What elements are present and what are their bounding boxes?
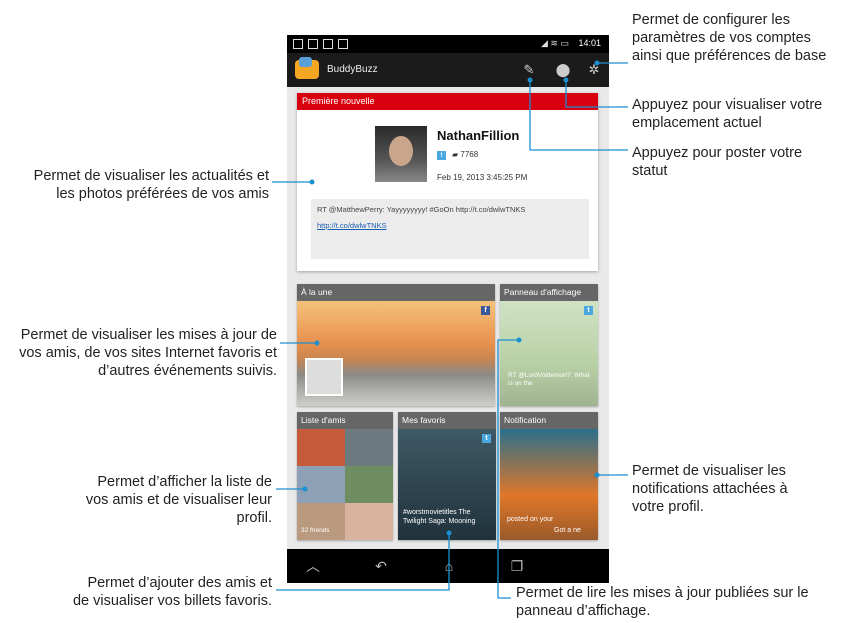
tile-board-title: Panneau d'affichage bbox=[500, 284, 598, 301]
tile-headline-title: À la une bbox=[297, 284, 495, 301]
action-bar: BuddyBuzz ✎ ⬤ ✲ bbox=[287, 53, 609, 87]
buddybuzz-logo-icon bbox=[295, 57, 319, 79]
notification-photo bbox=[500, 429, 598, 540]
callout-notification: Permet de visualiser les notifications a… bbox=[632, 463, 788, 515]
callout-board: Permet de lire les mises à jour publiées… bbox=[516, 585, 809, 619]
news-link[interactable]: http://t.co/dwlwTNKS bbox=[317, 221, 583, 231]
friend-photo bbox=[345, 503, 393, 540]
avatar[interactable] bbox=[375, 126, 427, 182]
twitter-icon: t bbox=[482, 434, 491, 443]
friend-photo bbox=[345, 429, 393, 466]
tile-board[interactable]: Panneau d'affichage t RT @LordVoldemort7… bbox=[500, 284, 598, 406]
tile-headline[interactable]: À la une f bbox=[297, 284, 495, 406]
headline-thumbnail bbox=[305, 358, 343, 396]
callout-settings: Permet de configurer les paramètres de v… bbox=[632, 12, 827, 64]
callout-news: Permet de visualiser les actualités et l… bbox=[33, 168, 269, 202]
tile-friends[interactable]: Liste d'amis 32 friends bbox=[297, 412, 393, 540]
status-time: 14:01 bbox=[578, 38, 601, 48]
notification-caption-2: Got a ne bbox=[554, 527, 581, 534]
twitter-icon: t bbox=[584, 306, 593, 315]
notification-icons bbox=[293, 39, 348, 49]
tile-friends-title: Liste d'amis bbox=[297, 412, 393, 429]
status-bar: ◢ ≋ ▭ 14:01 bbox=[287, 35, 609, 53]
location-pin-icon[interactable]: ⬤ bbox=[555, 62, 571, 78]
recent-apps-icon[interactable]: ❐ bbox=[507, 557, 527, 575]
tile-notification-title: Notification bbox=[500, 412, 598, 429]
signal-icons: ◢ ≋ ▭ bbox=[541, 38, 569, 48]
friend-photo bbox=[345, 466, 393, 503]
menu-icon[interactable]: ︿ bbox=[303, 557, 323, 575]
tablet-screen: ◢ ≋ ▭ 14:01 BuddyBuzz ✎ ⬤ ✲ Première nou… bbox=[287, 35, 609, 583]
compose-icon[interactable]: ✎ bbox=[521, 62, 537, 78]
tile-favorites-title: Mes favoris bbox=[398, 412, 496, 429]
board-caption: RT @LordVoldemort7: What is on the bbox=[508, 372, 590, 387]
news-author-name[interactable]: NathanFillion bbox=[437, 128, 519, 143]
news-card[interactable]: Première nouvelle NathanFillion t ▰ 7768… bbox=[297, 93, 598, 271]
notification-caption: posted on your bbox=[507, 516, 554, 523]
callout-friends: Permet d’afficher la liste de vos amis e… bbox=[85, 474, 272, 526]
callout-location: Appuyez pour visualiser votre emplacemen… bbox=[632, 97, 823, 131]
navigation-bar: ︿ ↶ ⌂ ❐ bbox=[287, 549, 609, 583]
tile-notification[interactable]: Notification posted on your Got a ne bbox=[500, 412, 598, 540]
news-card-header: Première nouvelle bbox=[297, 93, 598, 110]
callout-favorites: Permet d’ajouter des amis et de visualis… bbox=[72, 575, 272, 609]
follower-count: ▰ 7768 bbox=[452, 150, 479, 159]
board-photo bbox=[500, 301, 598, 406]
tile-favorites[interactable]: Mes favoris t #worstmovietitles The Twil… bbox=[398, 412, 496, 540]
friend-photo bbox=[297, 429, 345, 466]
main-content: Première nouvelle NathanFillion t ▰ 7768… bbox=[287, 87, 609, 549]
news-body-text: RT @MatthewPerry: Yayyyyyyyy! #GoOn http… bbox=[317, 205, 526, 214]
facebook-icon: f bbox=[481, 306, 490, 315]
follower-count-value: 7768 bbox=[460, 150, 479, 159]
friend-photo bbox=[297, 466, 345, 503]
gear-icon[interactable]: ✲ bbox=[586, 62, 602, 78]
callout-headline: Permet de visualiser les mises à jour de… bbox=[19, 327, 277, 379]
news-body: RT @MatthewPerry: Yayyyyyyyy! #GoOn http… bbox=[311, 199, 589, 259]
twitter-icon: t bbox=[437, 151, 446, 160]
favorites-caption: #worstmovietitles The Twilight Saga: Moo… bbox=[403, 509, 476, 525]
app-title: BuddyBuzz bbox=[327, 64, 378, 75]
back-icon[interactable]: ↶ bbox=[371, 557, 391, 575]
callout-status: Appuyez pour poster votre statut bbox=[632, 145, 803, 179]
friend-photo bbox=[297, 503, 345, 540]
home-icon[interactable]: ⌂ bbox=[439, 557, 459, 575]
friends-caption: 32 friends bbox=[301, 527, 330, 534]
news-date: Feb 19, 2013 3:45:25 PM bbox=[437, 173, 528, 182]
